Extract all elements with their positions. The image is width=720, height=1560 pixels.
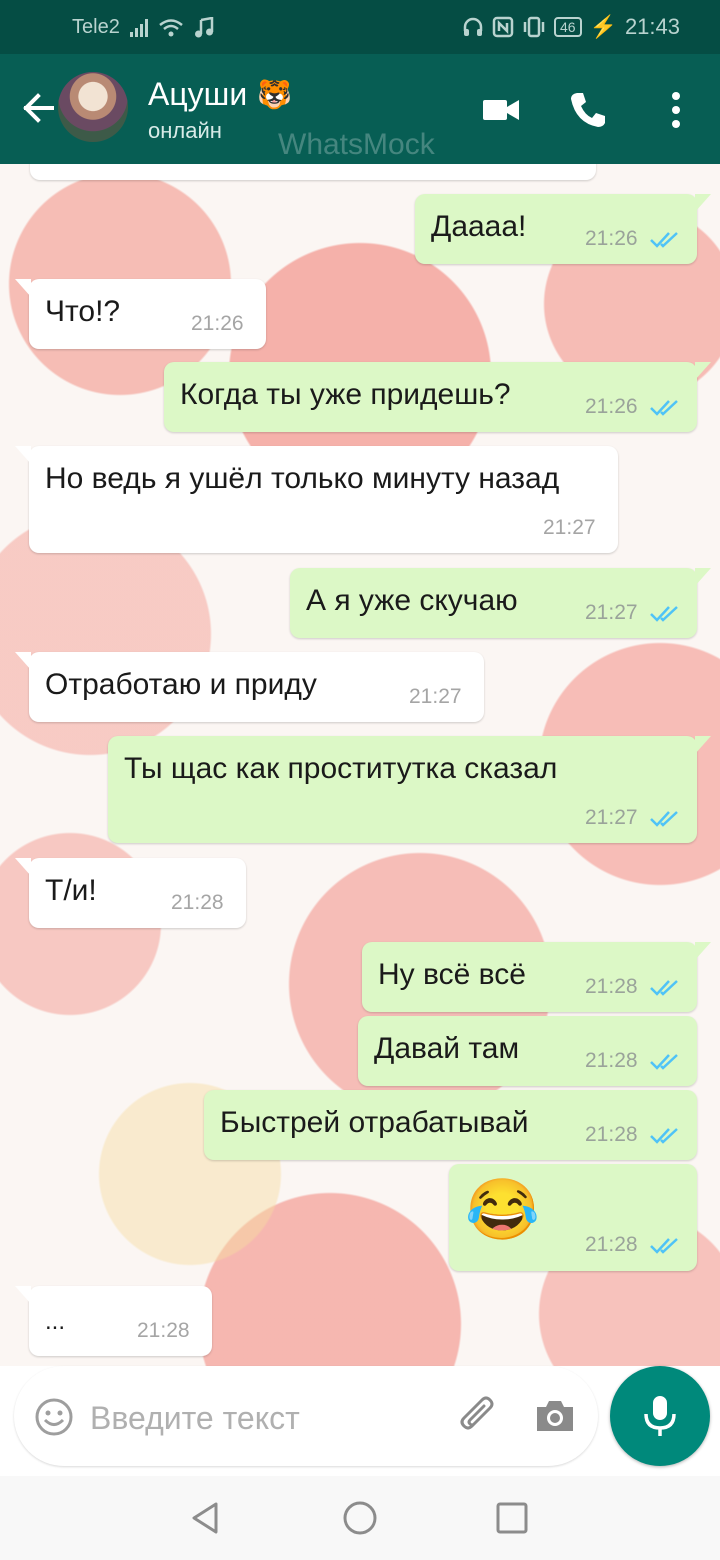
read-receipt-icon [650,232,678,248]
vibrate-icon [523,16,545,38]
message-text: Давай там [374,1032,520,1065]
read-receipt-icon [650,811,678,827]
contact-name[interactable]: Ацуши 🐯 [148,76,292,113]
mic-icon [644,1396,676,1436]
chat-header: Ацуши 🐯 онлайн WhatsMock [0,54,720,164]
music-note-icon [194,16,214,37]
nav-back-icon[interactable] [188,1500,224,1536]
message-time: 21:26 [585,395,638,418]
read-receipt-icon [650,1238,678,1254]
message-time: 21:27 [585,806,638,829]
message-time: 21:28 [585,1049,638,1072]
message-bubble-in[interactable]: ... 21:28 [15,1286,212,1356]
message-text: Отработаю и приду [45,668,317,701]
attach-icon[interactable] [458,1396,500,1438]
message-time: 21:28 [585,1123,638,1146]
message-text: Когда ты уже придешь? [180,378,511,411]
message-time: 21:27 [585,601,638,624]
avatar[interactable] [58,72,128,142]
presence-status: онлайн [148,118,222,143]
message-bubble-in[interactable]: Что!? 21:26 [15,279,266,349]
wifi-icon [159,18,183,36]
message-text: Быстрей отрабатывай [220,1106,529,1139]
input-placeholder: Введите текст [90,1400,300,1436]
nfc-icon [492,16,514,38]
nav-home-icon[interactable] [342,1500,378,1536]
contact-name-text: Ацуши [148,76,248,112]
back-arrow-icon[interactable] [16,88,56,128]
more-vert-icon[interactable] [660,90,700,130]
message-time: 21:28 [171,891,224,914]
laughing-emoji-icon: 😂 [465,1176,540,1243]
message-input[interactable]: Введите текст [14,1366,598,1466]
read-receipt-icon [650,606,678,622]
read-receipt-icon [650,400,678,416]
message-text: Ну всё всё [378,958,526,991]
message-time: 21:27 [409,685,462,708]
message-bubble-in[interactable]: Т/и! 21:28 [15,858,246,928]
message-time: 21:26 [191,312,244,335]
message-bubble-out[interactable]: А я уже скучаю 21:27 [290,568,711,638]
message-time: 21:28 [585,975,638,998]
message-bubble-in[interactable]: Отработаю и приду 21:27 [15,652,484,722]
message-text: ... [45,1308,66,1335]
message-bubble-out[interactable]: 😂 21:28 [449,1164,697,1271]
message-bubble-out[interactable]: Даааа! 21:26 [415,194,711,264]
message-bubble-out[interactable]: Ты щас как проститутка сказал 21:27 [108,736,711,843]
read-receipt-icon [650,1128,678,1144]
clock: 21:43 [624,14,680,39]
message-bubble-out[interactable]: Ну всё всё 21:28 [362,942,711,1012]
nav-recents-icon[interactable] [494,1500,530,1536]
message-text: Даааа! [431,210,527,243]
message-text: Но ведь я ушёл только минуту назад [45,462,560,495]
signal-icon [129,18,148,37]
message-text: Ты щас как проститутка сказал [124,752,558,785]
phone-icon[interactable] [568,90,608,130]
message-list[interactable]: Даааа! 21:26 Что!? 21:26 Когда ты уже пр… [0,164,720,1366]
message-text: Т/и! [45,874,97,907]
video-call-icon[interactable] [481,90,521,130]
read-receipt-icon [650,1054,678,1070]
emoji-icon[interactable] [34,1397,74,1437]
message-bubble-in[interactable]: Но ведь я ушёл только минуту назад 21:27 [15,446,618,553]
message-time: 21:27 [543,516,596,539]
message-text: Что!? [45,295,121,328]
message-bubble-out[interactable]: Давай там 21:28 [358,1016,697,1086]
compose-bar: Введите текст [0,1366,720,1476]
battery-indicator: 46 [553,17,582,37]
status-bar: Tele2 46 ⚡ 21:43 [0,0,720,54]
message-time: 21:28 [585,1233,638,1256]
read-receipt-icon [650,980,678,996]
mic-button[interactable] [610,1366,710,1466]
message-text: А я уже скучаю [306,584,518,617]
message-time: 21:28 [137,1319,190,1342]
camera-icon[interactable] [534,1398,576,1434]
watermark: WhatsMock [278,128,435,161]
message-bubble-out[interactable]: Быстрей отрабатывай 21:28 [204,1090,697,1160]
charging-icon: ⚡ [589,14,617,39]
message-time: 21:26 [585,227,638,250]
tiger-emoji-icon: 🐯 [257,79,293,110]
headset-icon [463,17,483,36]
message-bubble-out[interactable]: Когда ты уже придешь? 21:26 [164,362,711,432]
message-bubble-partial [30,164,596,180]
carrier-label: Tele2 [72,16,120,38]
system-nav-bar [0,1476,720,1560]
